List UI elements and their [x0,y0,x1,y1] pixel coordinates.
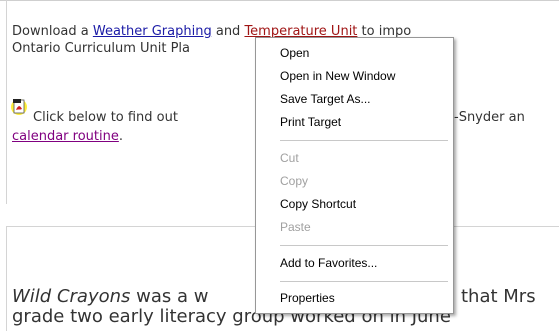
curriculum-line: Ontario Curriculum Unit Pla [12,41,191,56]
wild-crayons-line: Wild Crayons was a w [12,286,208,308]
menu-item-open-new-window[interactable]: Open in New Window [280,69,395,83]
browser-page: Download a Weather Graphing and Temperat… [0,0,559,331]
menu-item-cut[interactable]: Cut [280,151,299,165]
wild-crayons-title: Wild Crayons [12,286,131,307]
frame-left-border [6,0,7,204]
menu-separator [280,281,448,282]
menu-item-print-target[interactable]: Print Target [280,115,341,129]
pdf-document-icon[interactable] [10,97,28,115]
click-below-suffix: -Snyder an [454,110,525,125]
download-prefix: Download a [12,24,93,39]
menu-item-paste[interactable]: Paste [280,220,311,234]
calendar-line: calendar routine. [12,128,123,145]
calendar-routine-link[interactable]: calendar routine [12,129,119,144]
menu-separator [280,245,448,246]
download-mid: and [211,24,245,39]
click-below-prefix: Click below to find out [33,110,178,125]
context-menu: Open Open in New Window Save Target As..… [255,37,454,314]
weather-graphing-link[interactable]: Weather Graphing [93,24,212,39]
menu-item-add-to-favorites[interactable]: Add to Favorites... [280,256,377,270]
wild-crayons-mid: was a w [130,286,209,307]
click-below-line: Click below to find out [33,109,178,126]
menu-item-copy[interactable]: Copy [280,174,308,188]
menu-separator [280,140,448,141]
calendar-period: . [118,129,123,144]
menu-item-properties[interactable]: Properties [280,291,335,305]
menu-item-save-target-as[interactable]: Save Target As... [280,92,371,106]
menu-item-open[interactable]: Open [280,46,309,60]
menu-item-copy-shortcut[interactable]: Copy Shortcut [280,197,356,211]
wild-crayons-suffix: that Mrs [461,286,536,307]
